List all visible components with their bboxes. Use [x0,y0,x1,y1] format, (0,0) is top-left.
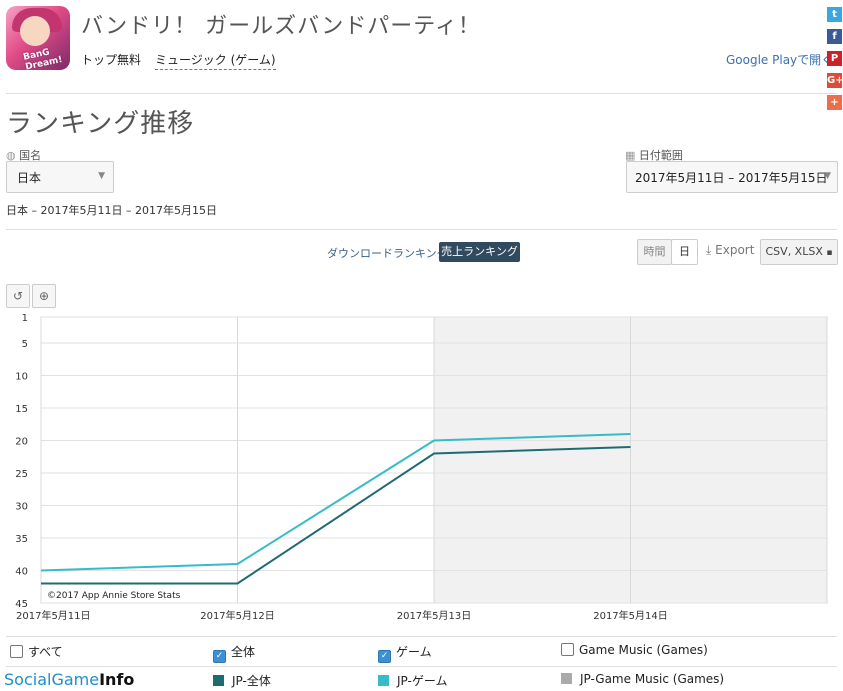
watermark-part3: Info [99,670,135,689]
legend-divider-2 [6,666,837,667]
google-plus-icon[interactable]: G+ [827,73,843,88]
legend-game-music-label: Game Music (Games) [579,643,708,657]
series-label: JP-全体 [232,674,271,688]
date-range-value: 2017年5月11日 – 2017年5月15日 [635,171,828,185]
lock-icon: ▪ [826,248,833,258]
watermark: SocialGameInfo [4,670,134,689]
legend-all-toggle[interactable]: すべて [10,643,63,660]
y-tick-label: 20 [15,437,28,448]
series-label: JP-ゲーム [397,674,448,688]
series-swatch [378,675,389,686]
chevron-down-icon: ▼ [98,171,105,181]
hourly-button[interactable]: 時間 [637,239,672,265]
google-play-link[interactable]: Google Playで開く [726,51,833,68]
series-swatch [561,673,572,684]
legend-game-label: ゲーム [396,645,432,659]
legend-divider [6,636,837,637]
date-range-select[interactable]: 2017年5月11日 – 2017年5月15日 ▼ [626,161,838,193]
y-tick-label: 35 [15,534,28,545]
section-title: ランキング推移 [6,109,195,139]
legend-overall-label: 全体 [231,645,256,659]
y-tick-label: 30 [15,502,28,513]
csv-xlsx-label: CSV, XLSX [765,245,823,258]
x-tick-label: 2017年5月14日 [593,609,668,622]
csv-xlsx-button[interactable]: CSV, XLSX ▪ [760,239,838,265]
watermark-part2: Game [51,670,100,689]
chevron-down-icon: ▼ [824,171,831,181]
watermark-part1: Social [4,670,52,689]
series-legend-overall: JP-全体 [213,672,271,689]
legend-game-toggle[interactable]: ✓ ゲーム [378,643,432,663]
y-tick-label: 25 [15,469,28,480]
legend-all-label: すべて [28,645,63,659]
x-tick-label: 2017年5月12日 [200,609,275,622]
export-label: Export [715,243,755,257]
y-tick-label: 45 [15,599,28,610]
twitter-icon[interactable]: t [827,7,842,22]
y-tick-label: 40 [15,567,28,578]
y-tick-label: 10 [15,372,28,383]
checkbox-all[interactable] [10,645,23,658]
checkbox-game-music[interactable] [561,643,574,656]
pinterest-icon[interactable]: P [827,51,842,66]
series-swatch [213,675,224,686]
series-label: JP-Game Music (Games) [580,672,725,686]
header-divider [6,93,837,94]
more-share-icon[interactable]: + [827,95,842,110]
y-tick-label: 5 [22,339,28,350]
app-title: バンドリ！ ガールズバンドパーティ！ [81,14,481,39]
x-tick-label: 2017年5月13日 [397,609,472,622]
export-button[interactable]: ⤓ Export [706,243,754,258]
chart-subtitle: 日本 – 2017年5月11日 – 2017年5月15日 [6,204,217,217]
x-tick-label: 2017年5月11日 [16,609,91,622]
app-icon: BanG Dream! [6,6,70,70]
legend-overall-toggle[interactable]: ✓ 全体 [213,643,255,663]
y-tick-label: 15 [15,404,28,415]
daily-button[interactable]: 日 [671,239,698,265]
category-link[interactable]: ミュージック (ゲーム) [155,51,276,70]
tab-download-ranking[interactable]: ダウンロードランキング [327,245,448,261]
chart-credit: ©2017 App Annie Store Stats [47,591,181,601]
ranking-chart: 1510152025303540452017年5月11日 2017年5月12日 20… [15,313,828,622]
checkbox-game[interactable]: ✓ [378,650,391,663]
series-legend-game-music: JP-Game Music (Games) [561,672,724,686]
toolbar-divider [6,229,837,230]
legend-game-music-toggle[interactable]: Game Music (Games) [561,643,708,657]
download-icon: ⤓ [706,243,712,257]
series-legend-game: JP-ゲーム [378,672,447,689]
app-icon-logo: BanG Dream! [22,47,64,70]
country-select[interactable]: 日本 ▼ [6,161,114,193]
y-tick-label: 1 [22,313,28,324]
facebook-icon[interactable]: f [827,29,842,44]
checkbox-overall[interactable]: ✓ [213,650,226,663]
country-value: 日本 [17,171,42,185]
tab-revenue-ranking[interactable]: 売上ランキング [439,242,520,262]
rank-category-label: トップ無料 [81,53,142,67]
